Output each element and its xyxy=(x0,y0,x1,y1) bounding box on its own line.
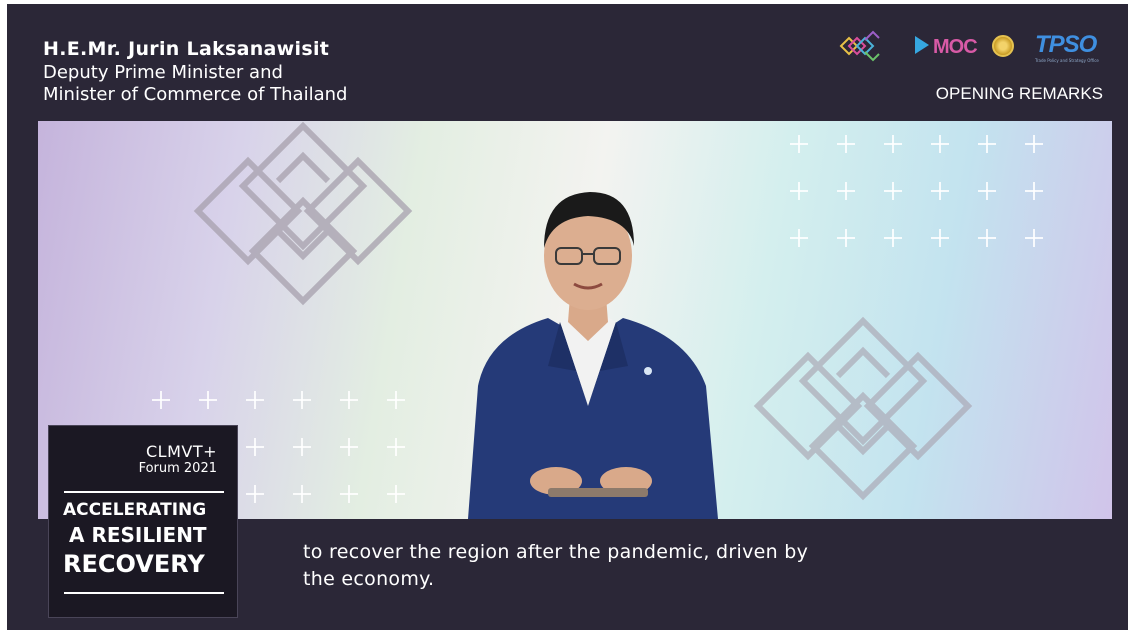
tpso-subtitle: Trade Policy and Strategy Office xyxy=(1035,58,1099,63)
video-frame: H.E.Mr. Jurin Laksanawisit Deputy Prime … xyxy=(7,4,1128,630)
badge-divider xyxy=(64,592,224,594)
badge-line-3: RECOVERY xyxy=(63,550,205,578)
badge-line-1: ACCELERATING xyxy=(63,500,207,520)
tpso-logo-icon: TPSO xyxy=(1035,31,1097,58)
presenter-figure xyxy=(468,192,718,519)
knot-logo-icon xyxy=(839,30,880,62)
moc-logo-icon xyxy=(915,36,929,54)
government-seal-icon xyxy=(992,35,1014,57)
knot-decoration-icon xyxy=(753,316,973,501)
knot-decoration-icon xyxy=(193,121,413,306)
event-badge: CLMVT+ Forum 2021 ACCELERATING A RESILIE… xyxy=(48,425,238,618)
badge-divider xyxy=(64,491,224,493)
section-label: OPENING REMARKS xyxy=(935,84,1103,103)
event-name: CLMVT+ xyxy=(145,442,217,461)
event-year: Forum 2021 xyxy=(138,461,217,476)
speaker-name: H.E.Mr. Jurin Laksanawisit xyxy=(43,38,330,60)
moc-logo-text: MOC xyxy=(933,36,978,58)
partner-logos: MOC TPSO Trade Policy and Strategy Offic… xyxy=(835,26,1105,66)
badge-line-2: A RESILIENT xyxy=(69,523,207,547)
subtitle-caption: to recover the region after the pandemic… xyxy=(303,541,809,590)
speaker-title: Deputy Prime Minister and Minister of Co… xyxy=(43,62,348,105)
